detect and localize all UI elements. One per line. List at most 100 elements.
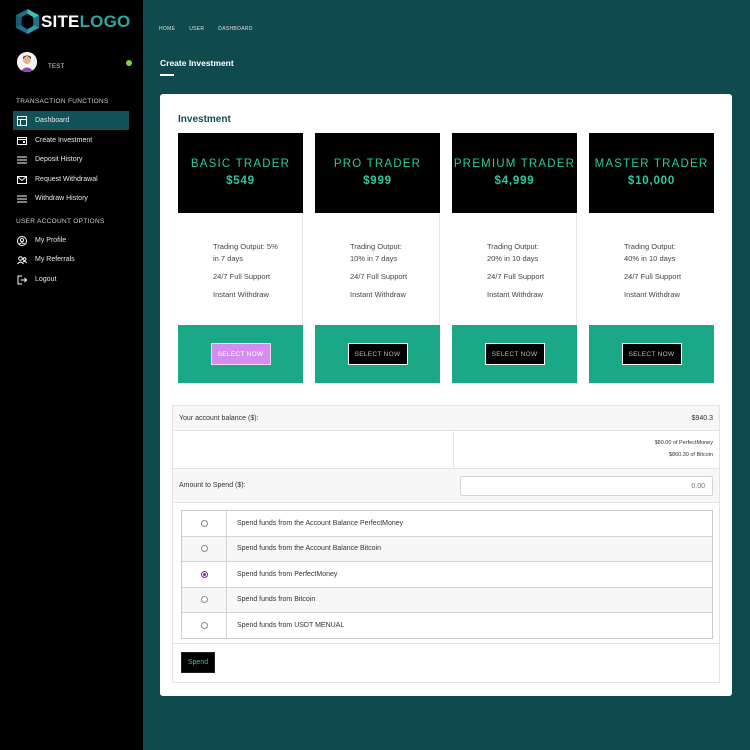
plan-pro-trader: PRO TRADER $999 Trading Output: 10% in 7 … xyxy=(315,133,440,384)
amount-input[interactable] xyxy=(460,476,713,496)
plan-support: 24/7 Full Support xyxy=(213,272,271,281)
plan-output-line2: in 7 days xyxy=(213,254,244,263)
radio-button[interactable] xyxy=(200,596,208,604)
option-usdt-manual[interactable]: Spend funds from USDT MENUAL xyxy=(182,613,712,639)
sidebar-item-logout[interactable]: Logout xyxy=(13,270,129,289)
investment-icon xyxy=(17,136,27,145)
radio-cell xyxy=(182,562,227,587)
select-now-button-pro[interactable]: SELECT NOW xyxy=(347,343,408,365)
plan-output-line1: Trading Output: xyxy=(624,242,676,251)
plan-features: Trading Output: 40% in 10 days 24/7 Full … xyxy=(624,241,681,307)
select-now-button-basic[interactable]: SELECT NOW xyxy=(210,343,271,365)
plan-price: $10,000 xyxy=(627,175,676,187)
sidebar-item-my-profile[interactable]: My Profile xyxy=(13,231,129,250)
sidebar-item-label: Logout xyxy=(35,276,57,283)
plan-output-line1: Trading Output: xyxy=(487,242,539,251)
option-account-balance-bitcoin[interactable]: Spend funds from the Account Balance Bit… xyxy=(182,536,712,562)
plan-price: $549 xyxy=(226,175,255,187)
select-now-button-master[interactable]: SELECT NOW xyxy=(621,343,682,365)
sidebar-item-label: Create Investment xyxy=(35,137,93,144)
plan-withdraw: Instant Withdraw xyxy=(624,290,680,299)
option-label: Spend funds from the Account Balance Per… xyxy=(237,519,404,527)
plan-master-trader: MASTER TRADER $10,000 Trading Output: 40%… xyxy=(589,133,714,384)
radio-button-checked[interactable] xyxy=(200,570,208,578)
select-now-button-premium[interactable]: SELECT NOW xyxy=(484,343,545,365)
balance-perfectmoney: $80.00 of PerfectMoney xyxy=(654,440,713,446)
divider xyxy=(173,643,719,644)
card-title: Investment xyxy=(178,114,231,125)
breadcrumb-user[interactable]: USER xyxy=(189,26,204,32)
option-bitcoin[interactable]: Spend funds from Bitcoin xyxy=(182,587,712,613)
plan-withdraw: Instant Withdraw xyxy=(487,290,543,299)
avatar-person-icon xyxy=(17,52,37,72)
plan-footer: SELECT NOW xyxy=(315,325,440,383)
option-label: Spend funds from PerfectMoney xyxy=(237,570,338,578)
sidebar-item-my-referrals[interactable]: My Referrals xyxy=(13,250,129,269)
payment-options: Spend funds from the Account Balance Per… xyxy=(181,510,713,639)
breadcrumb: HOME USER DASHBOARD xyxy=(159,26,267,32)
logout-icon xyxy=(17,275,27,284)
radio-button[interactable] xyxy=(200,519,208,527)
online-status-dot xyxy=(126,60,132,66)
sidebar: SITELOGO TEST TRANSACTION FUNCTIONS Dash… xyxy=(0,0,143,750)
investment-card: Investment BASIC TRADER $549 Trading Out… xyxy=(160,94,732,696)
sidebar-item-withdraw-history[interactable]: Withdraw History xyxy=(13,189,129,208)
amount-label: Amount to Spend ($): xyxy=(179,482,246,489)
sidebar-item-label: My Referrals xyxy=(35,256,75,263)
radio-cell xyxy=(182,536,227,561)
profile-icon xyxy=(17,235,27,246)
plan-withdraw: Instant Withdraw xyxy=(350,290,406,299)
plan-header: BASIC TRADER $549 xyxy=(178,133,303,213)
plan-output-line2: 10% in 7 days xyxy=(350,254,398,263)
sidebar-item-deposit-history[interactable]: Deposit History xyxy=(13,150,129,169)
option-label: Spend funds from USDT MENUAL xyxy=(237,622,345,630)
plan-footer: SELECT NOW xyxy=(178,325,303,383)
plan-output-line2: 20% in 10 days xyxy=(487,254,539,263)
dashboard-icon xyxy=(17,115,27,126)
radio-button[interactable] xyxy=(200,545,208,553)
plan-support: 24/7 Full Support xyxy=(487,272,545,281)
avatar[interactable] xyxy=(17,52,37,72)
breadcrumb-dashboard[interactable]: DASHBOARD xyxy=(218,26,252,32)
plan-footer: SELECT NOW xyxy=(452,325,577,383)
plan-header: PRO TRADER $999 xyxy=(315,133,440,213)
plan-support: 24/7 Full Support xyxy=(350,272,408,281)
sidebar-item-request-withdrawal[interactable]: Request Withdrawal xyxy=(13,170,129,189)
page-title: Create Investment xyxy=(160,58,234,68)
plan-basic-trader: BASIC TRADER $549 Trading Output: 5% in 7… xyxy=(178,133,303,384)
option-account-balance-perfectmoney[interactable]: Spend funds from the Account Balance Per… xyxy=(182,511,712,537)
site-logo[interactable]: SITELOGO xyxy=(14,8,130,35)
option-perfectmoney[interactable]: Spend funds from PerfectMoney xyxy=(182,562,712,588)
plan-name: PRO TRADER xyxy=(333,158,422,170)
plan-price: $999 xyxy=(363,175,392,187)
radio-button[interactable] xyxy=(200,622,208,630)
list-icon xyxy=(17,195,27,202)
section-title-transaction: TRANSACTION FUNCTIONS xyxy=(16,98,109,105)
balance-row: Your account balance ($): $940.3 xyxy=(173,406,719,431)
plan-output-line2: 40% in 10 days xyxy=(624,254,676,263)
sidebar-item-create-investment[interactable]: Create Investment xyxy=(13,131,129,150)
balance-bitcoin: $860.30 of Bitcoin xyxy=(668,452,713,458)
sidebar-item-label: Deposit History xyxy=(35,156,83,163)
balance-breakdown-row: $80.00 of PerfectMoney $860.30 of Bitcoi… xyxy=(173,431,719,469)
spend-button[interactable]: Spend xyxy=(181,652,215,673)
logo-text: SITELOGO xyxy=(41,11,131,31)
radio-cell xyxy=(182,587,227,612)
plan-features: Trading Output: 5% in 7 days 24/7 Full Su… xyxy=(213,241,278,307)
balance-value: $940.3 xyxy=(691,415,713,422)
logo-hexagon-icon xyxy=(15,8,40,35)
plan-price: $4,999 xyxy=(494,175,535,187)
user-name: TEST xyxy=(48,64,65,70)
sidebar-item-label: Dashboard xyxy=(35,117,70,124)
sidebar-item-dashboard[interactable]: Dashboard xyxy=(13,111,129,130)
plan-features: Trading Output: 20% in 10 days 24/7 Full … xyxy=(487,241,544,307)
plan-output-line1: Trading Output: 5% xyxy=(213,242,278,251)
sidebar-item-label: Request Withdrawal xyxy=(35,176,98,183)
sidebar-item-label: My Profile xyxy=(35,237,67,244)
list-icon xyxy=(17,156,27,163)
plan-name: PREMIUM TRADER xyxy=(453,158,576,170)
sidebar-item-label: Withdraw History xyxy=(35,195,88,202)
plan-features: Trading Output: 10% in 7 days 24/7 Full S… xyxy=(350,241,407,307)
breadcrumb-home[interactable]: HOME xyxy=(159,26,175,32)
plan-output-line1: Trading Output: xyxy=(350,242,402,251)
